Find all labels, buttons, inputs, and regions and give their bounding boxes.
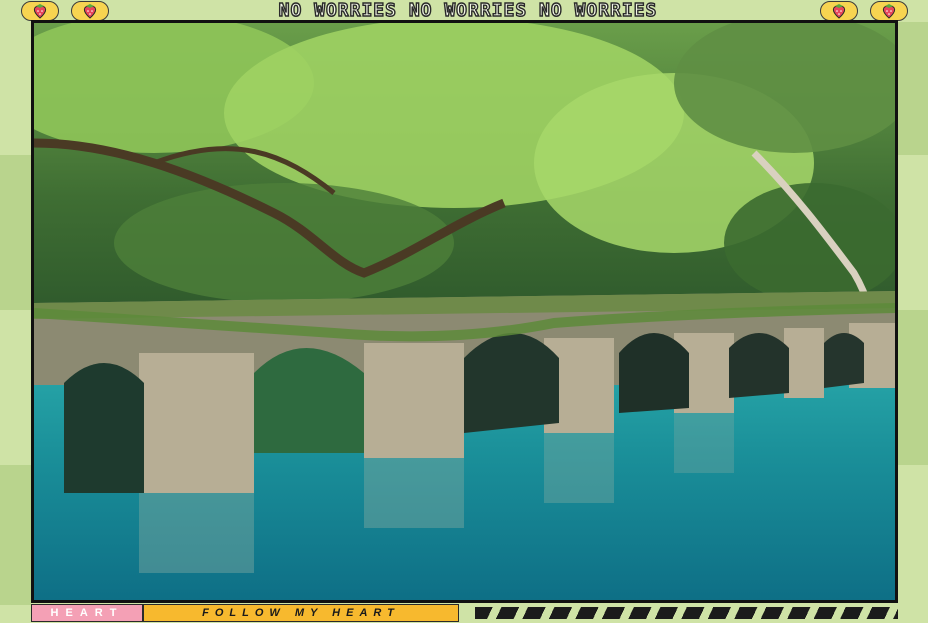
background-panel <box>0 155 31 310</box>
background-panel <box>898 0 928 155</box>
background-panel <box>0 465 31 605</box>
strawberry-icon <box>21 1 59 21</box>
bridge-photo <box>34 23 895 600</box>
strawberry-icon <box>820 1 858 21</box>
top-banner: NO WORRIES NO WORRIES NO WORRIES <box>0 0 928 22</box>
bottom-strip: HEART FOLLOW MY HEART <box>31 604 898 622</box>
background-panel <box>898 310 928 465</box>
photo-frame <box>31 20 898 603</box>
follow-my-heart-tag: FOLLOW MY HEART <box>143 604 459 622</box>
heart-tag: HEART <box>31 604 143 622</box>
marquee-text: NO WORRIES NO WORRIES NO WORRIES <box>278 1 658 21</box>
diagonal-stripe-decoration <box>475 607 898 619</box>
strawberry-icon <box>71 1 109 21</box>
strawberry-icon <box>870 1 908 21</box>
